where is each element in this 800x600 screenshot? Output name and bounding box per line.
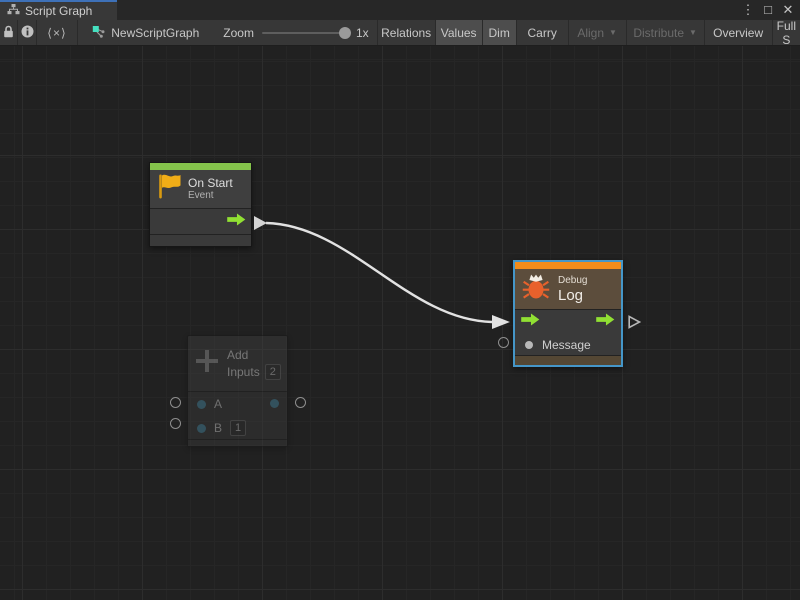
trigger-input-port[interactable] (521, 313, 540, 331)
node-category: Debug (558, 275, 587, 287)
on-start-ports (150, 208, 251, 234)
fullscreen-button[interactable]: Full S (772, 20, 800, 45)
code-icon: ⟨×⟩ (47, 26, 66, 40)
wire-start-cap-icon[interactable] (254, 216, 267, 235)
port-a-input[interactable] (197, 400, 206, 409)
values-button[interactable]: Values (435, 20, 482, 45)
event-color-bar (150, 163, 251, 170)
distribute-button: Distribute ▼ (626, 20, 704, 45)
wire-layer (0, 46, 800, 600)
graph-asset-name: NewScriptGraph (111, 26, 199, 40)
trigger-output-port[interactable] (227, 213, 246, 231)
zoom-slider-handle[interactable] (339, 27, 351, 39)
lock-icon (3, 25, 14, 41)
unconnected-message-in-icon[interactable] (498, 337, 509, 348)
unconnected-trigger-out-icon[interactable] (628, 315, 641, 334)
graph-asset-icon (92, 25, 105, 41)
code-button[interactable]: ⟨×⟩ (37, 20, 79, 45)
wire-arrowhead-icon (492, 315, 510, 329)
port-b-value-field[interactable]: 1 (230, 420, 246, 436)
on-start-footer (150, 234, 251, 246)
toolbar-toggle-buttons: Relations Values Dim Carry Align ▼ Distr… (377, 20, 800, 45)
carry-button[interactable]: Carry (516, 20, 568, 45)
unconnected-b-in-icon[interactable] (170, 418, 181, 429)
chevron-down-icon: ▼ (689, 28, 697, 37)
tab-script-graph[interactable]: Script Graph (0, 0, 117, 20)
add-ports: A B 1 (188, 391, 287, 439)
graph-hierarchy-icon (7, 2, 20, 20)
message-port-label: Message (542, 338, 591, 352)
chevron-down-icon: ▼ (609, 28, 617, 37)
inputs-label: Inputs (227, 365, 260, 379)
tab-title: Script Graph (25, 4, 92, 18)
info-button[interactable] (18, 20, 36, 45)
port-b-input[interactable] (197, 424, 206, 433)
node-subtitle: Event (188, 190, 233, 202)
flow-connection-wire (266, 223, 492, 322)
graph-toolbar: ⟨×⟩ NewScriptGraph Zoom 1x Relations Val… (0, 20, 800, 46)
debug-log-header[interactable]: Debug Log (515, 269, 621, 309)
node-debug-log[interactable]: Debug Log Message (513, 260, 623, 367)
unconnected-a-in-icon[interactable] (170, 397, 181, 408)
more-menu-icon[interactable]: ⋮ (741, 0, 755, 20)
debug-log-ports: Message (515, 309, 621, 355)
debug-log-footer (515, 355, 621, 365)
flag-icon (156, 172, 181, 206)
graph-asset[interactable]: NewScriptGraph (78, 20, 209, 45)
node-title: On Start (188, 176, 233, 190)
message-input-port[interactable] (525, 341, 533, 349)
zoom-value: 1x (356, 26, 369, 40)
port-b-label: B (214, 421, 222, 435)
port-a-label: A (214, 397, 222, 411)
lock-button[interactable] (0, 20, 18, 45)
debug-color-bar (515, 262, 621, 269)
title-bar: Script Graph ⋮ □ ✕ (0, 0, 800, 20)
trigger-output-port[interactable] (596, 313, 615, 331)
inputs-count-field[interactable]: 2 (265, 364, 281, 380)
dim-button[interactable]: Dim (482, 20, 516, 45)
relations-button[interactable]: Relations (377, 20, 435, 45)
visual-scripting-window: Script Graph ⋮ □ ✕ (0, 0, 800, 600)
add-header[interactable]: Add Inputs 2 (188, 336, 287, 391)
graph-canvas[interactable]: On Start Event (0, 46, 800, 600)
node-on-start[interactable]: On Start Event (149, 162, 252, 247)
close-icon[interactable]: ✕ (781, 0, 795, 20)
align-button: Align ▼ (568, 20, 626, 45)
unconnected-sum-out-icon[interactable] (295, 397, 306, 408)
add-footer (188, 439, 287, 446)
zoom-control: Zoom 1x (209, 20, 376, 45)
sum-output-port[interactable] (270, 399, 279, 408)
info-icon (21, 25, 34, 41)
bug-icon (521, 271, 551, 308)
node-title: Add (227, 348, 281, 362)
node-add[interactable]: Add Inputs 2 A B 1 (187, 335, 288, 447)
maximize-icon[interactable]: □ (761, 0, 775, 20)
window-controls: ⋮ □ ✕ (741, 0, 795, 20)
plus-icon (194, 348, 220, 379)
overview-button[interactable]: Overview (704, 20, 772, 45)
on-start-header[interactable]: On Start Event (150, 170, 251, 208)
zoom-label: Zoom (223, 26, 254, 40)
zoom-slider[interactable] (262, 32, 348, 34)
node-title: Log (558, 287, 587, 304)
